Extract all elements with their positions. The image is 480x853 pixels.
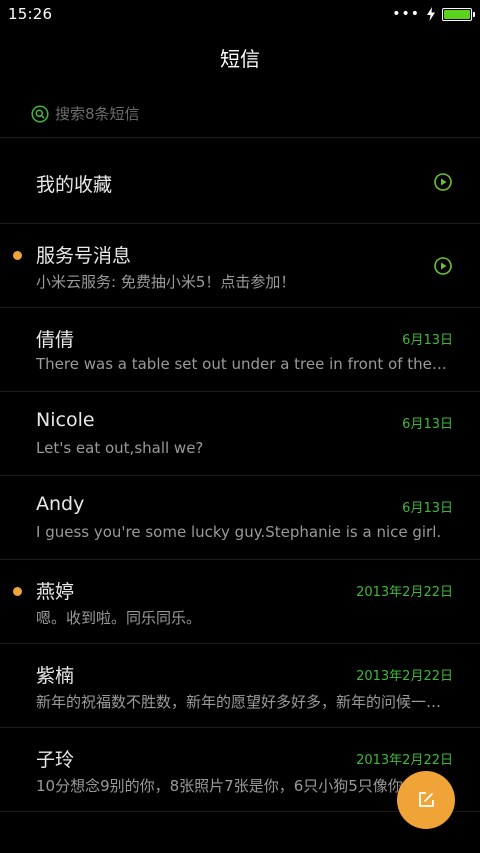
- conversation-date: 2013年2月22日: [356, 585, 453, 600]
- conversation-date: 6月13日: [402, 417, 453, 432]
- conversation-snippet: 小米云服务: 免费抽小米5！点击参加！: [36, 273, 296, 291]
- app-header: 短信: [0, 28, 480, 86]
- list-item-conversation[interactable]: Nicole 6月13日 Let's eat out,shall we?: [0, 392, 480, 476]
- list-item-conversation[interactable]: 燕婷 2013年2月22日 嗯。收到啦。同乐同乐。: [0, 560, 480, 644]
- battery-level: [444, 9, 470, 19]
- conversation-title: 我的收藏: [36, 174, 113, 196]
- conversation-snippet: 嗯。收到啦。同乐同乐。: [36, 609, 202, 627]
- play-icon: [434, 173, 452, 191]
- conversation-title: 服务号消息: [36, 245, 132, 267]
- conversation-snippet: 新年的祝福数不胜数，新年的愿望好多好多，新年的问候一声声: [36, 693, 450, 711]
- compose-button[interactable]: [397, 771, 455, 829]
- conversation-snippet: I guess you're some lucky guy.Stephanie …: [36, 523, 442, 541]
- sms-screen: 15:26 ••• 短信 搜索8条短信 我的收藏 服务号消息 小米云服务: 免费…: [0, 0, 480, 853]
- battery-icon: [442, 7, 475, 21]
- status-time: 15:26: [8, 5, 53, 23]
- search-bar[interactable]: 搜索8条短信: [0, 90, 480, 138]
- conversation-list: 我的收藏 服务号消息 小米云服务: 免费抽小米5！点击参加！ 倩倩 6月13日 …: [0, 140, 480, 812]
- conversation-title: Nicole: [36, 409, 95, 431]
- conversation-title: 紫楠: [36, 665, 75, 687]
- list-item-conversation[interactable]: Andy 6月13日 I guess you're some lucky guy…: [0, 476, 480, 560]
- search-input[interactable]: 搜索8条短信: [55, 103, 140, 124]
- status-icons: •••: [392, 6, 475, 22]
- charging-bolt-icon: [427, 7, 435, 21]
- list-item-conversation[interactable]: 紫楠 2013年2月22日 新年的祝福数不胜数，新年的愿望好多好多，新年的问候一…: [0, 644, 480, 728]
- conversation-snippet: Let's eat out,shall we?: [36, 439, 204, 457]
- conversation-title: 燕婷: [36, 581, 75, 603]
- list-item-service-messages[interactable]: 服务号消息 小米云服务: 免费抽小米5！点击参加！: [0, 224, 480, 308]
- conversation-snippet: 10分想念9别的你，8张照片7张是你，6只小狗5只像你: [36, 777, 403, 795]
- more-dots-icon: •••: [392, 6, 420, 22]
- list-item-favorites[interactable]: 我的收藏: [0, 140, 480, 224]
- conversation-title: 子玲: [36, 749, 75, 771]
- status-bar: 15:26 •••: [0, 0, 480, 28]
- conversation-title: Andy: [36, 493, 85, 515]
- page-title: 短信: [220, 46, 260, 71]
- compose-icon: [419, 792, 434, 807]
- search-icon: [31, 104, 49, 123]
- conversation-snippet: There was a table set out under a tree i…: [36, 355, 450, 373]
- list-item-conversation[interactable]: 倩倩 6月13日 There was a table set out under…: [0, 308, 480, 392]
- play-icon: [434, 257, 452, 275]
- conversation-date: 6月13日: [402, 501, 453, 516]
- conversation-date: 2013年2月22日: [356, 669, 453, 684]
- conversation-date: 2013年2月22日: [356, 753, 453, 768]
- conversation-date: 6月13日: [402, 333, 453, 348]
- unread-dot: [13, 587, 22, 596]
- unread-dot: [13, 251, 22, 260]
- conversation-title: 倩倩: [36, 329, 75, 351]
